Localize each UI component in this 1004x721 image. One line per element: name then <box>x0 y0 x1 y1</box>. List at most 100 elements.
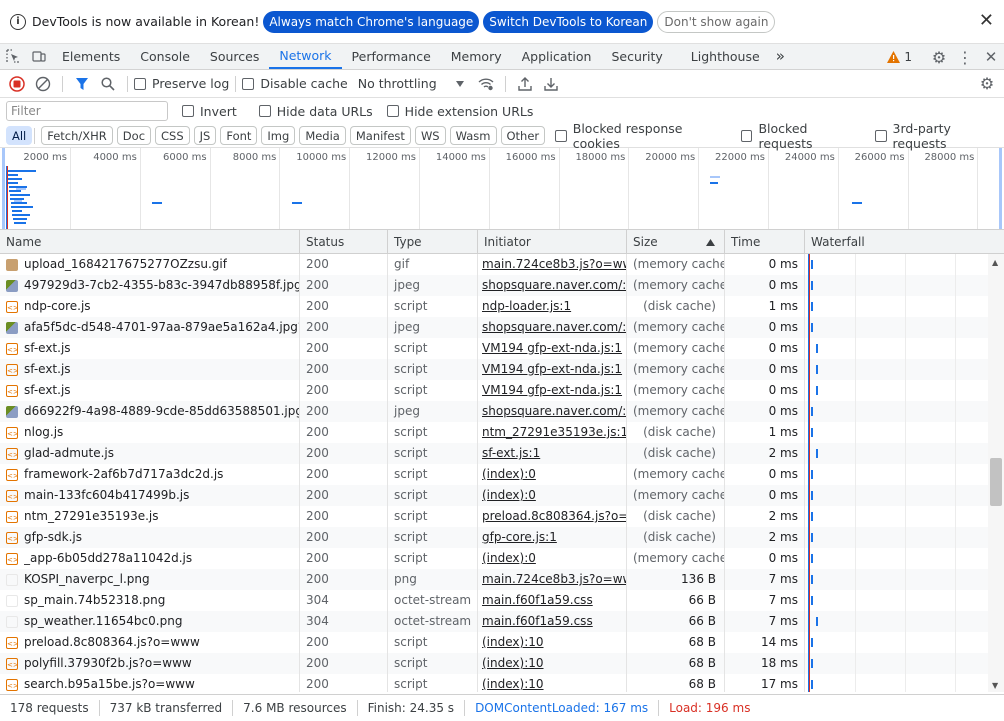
request-initiator-link[interactable]: (index):10 <box>478 632 627 653</box>
type-filter-font[interactable]: Font <box>220 126 258 145</box>
request-initiator-link[interactable]: shopsquare.naver.com/:9 <box>478 275 627 296</box>
request-row[interactable]: 497929d3-7cb2-4355-b83c-3947db88958f.jpg… <box>0 275 988 296</box>
request-row[interactable]: sf-ext.js 200scriptVM194 gfp-ext-nda.js:1… <box>0 380 988 401</box>
blocked-cookies-toggle[interactable]: Blocked response cookies <box>555 121 727 151</box>
request-name[interactable]: framework-2af6b7d717a3dc2d.js <box>0 464 300 485</box>
type-filter-manifest[interactable]: Manifest <box>349 126 411 145</box>
request-row[interactable]: sp_main.74b52318.png 304 octet-stream main.… <box>0 590 988 611</box>
network-settings-gear-icon[interactable]: ⚙ <box>974 71 1000 97</box>
warnings-counter[interactable]: 1 <box>887 50 912 64</box>
request-initiator-link[interactable]: sf-ext.js:1 <box>478 443 627 464</box>
throttling-select[interactable]: No throttling <box>358 76 465 91</box>
type-filter-js[interactable]: JS <box>193 126 217 145</box>
request-name[interactable]: sf-ext.js <box>0 338 300 359</box>
hide-extension-urls-checkbox[interactable] <box>386 105 399 117</box>
request-name[interactable]: afa5f5dc-d548-4701-97aa-879ae5a162a4.jpg… <box>0 317 300 338</box>
request-row[interactable]: _app-6b05dd278a11042d.js 200script(index)… <box>0 548 988 569</box>
request-name[interactable]: gfp-sdk.js <box>0 527 300 548</box>
type-filter-all[interactable]: All <box>6 126 33 145</box>
settings-gear-icon[interactable]: ⚙ <box>926 44 952 70</box>
request-name[interactable]: sp_weather.11654bc0.png <box>0 611 300 632</box>
request-row[interactable]: polyfill.37930f2b.js?o=www 200script(inde… <box>0 653 988 674</box>
disable-cache-checkbox[interactable] <box>242 77 255 90</box>
tab-application[interactable]: Application <box>512 43 602 69</box>
request-name[interactable]: polyfill.37930f2b.js?o=www <box>0 653 300 674</box>
infobar-close-icon[interactable]: ✕ <box>979 12 994 30</box>
switch-to-korean-button[interactable]: Switch DevTools to Korean <box>483 10 654 33</box>
column-waterfall[interactable]: Waterfall <box>805 230 1004 254</box>
request-name[interactable]: KOSPI_naverpc_l.png <box>0 569 300 590</box>
request-initiator-link[interactable]: main.724ce8b3.js?o=www: <box>478 254 627 275</box>
request-row[interactable]: framework-2af6b7d717a3dc2d.js 200script(i… <box>0 464 988 485</box>
request-initiator-link[interactable]: main.f60f1a59.css <box>478 611 627 632</box>
request-row[interactable]: afa5f5dc-d548-4701-97aa-879ae5a162a4.jpg… <box>0 317 988 338</box>
tab-lighthouse[interactable]: Lighthouse <box>681 43 770 69</box>
type-filter-fetch-xhr[interactable]: Fetch/XHR <box>41 126 113 145</box>
disable-cache-toggle[interactable]: Disable cache <box>242 76 348 91</box>
hide-data-urls-toggle[interactable]: Hide data URLs <box>258 104 373 119</box>
invert-toggle[interactable]: Invert <box>182 104 237 119</box>
tab-sources[interactable]: Sources <box>200 43 269 69</box>
request-initiator-link[interactable]: shopsquare.naver.com/:9 <box>478 401 627 422</box>
more-menu-icon[interactable]: ⋮ <box>952 44 978 70</box>
request-row[interactable]: gfp-sdk.js 200scriptgfp-core.js:1(disk ca… <box>0 527 988 548</box>
type-filter-img[interactable]: Img <box>261 126 296 145</box>
request-row[interactable]: d66922f9-4a98-4889-9cde-85dd63588501.jpg… <box>0 401 988 422</box>
column-type[interactable]: Type <box>388 230 478 254</box>
request-name[interactable]: preload.8c808364.js?o=www <box>0 632 300 653</box>
request-initiator-link[interactable]: main.f60f1a59.css <box>478 590 627 611</box>
request-initiator-link[interactable]: (index):10 <box>478 653 627 674</box>
request-row[interactable]: ntm_27291e35193e.js 200scriptpreload.8c80… <box>0 506 988 527</box>
network-conditions-icon[interactable] <box>473 71 499 97</box>
request-row[interactable]: ndp-core.js 200scriptndp-loader.js:1(disk… <box>0 296 988 317</box>
request-initiator-link[interactable]: VM194 gfp-ext-nda.js:1 <box>478 338 627 359</box>
request-initiator-link[interactable]: gfp-core.js:1 <box>478 527 627 548</box>
column-status[interactable]: Status <box>300 230 388 254</box>
hide-data-urls-checkbox[interactable] <box>258 105 271 117</box>
request-name[interactable]: main-133fc604b417499b.js <box>0 485 300 506</box>
request-initiator-link[interactable]: ndp-loader.js:1 <box>478 296 627 317</box>
overview-left-handle[interactable] <box>2 148 5 229</box>
column-initiator[interactable]: Initiator <box>478 230 627 254</box>
type-filter-css[interactable]: CSS <box>155 126 190 145</box>
request-initiator-link[interactable]: main.724ce8b3.js?o=www: <box>478 569 627 590</box>
request-row[interactable]: upload_1684217675277OZzsu.gif 200 gif main.… <box>0 254 988 275</box>
scroll-down-icon[interactable]: ▼ <box>992 681 998 690</box>
request-row[interactable]: KOSPI_naverpc_l.png 200 png main.724ce8b3.j… <box>0 569 988 590</box>
requests-scrollbar[interactable]: ▲ ▼ <box>988 254 1004 692</box>
request-name[interactable]: search.b95a15be.js?o=www <box>0 674 300 692</box>
inspect-element-icon[interactable] <box>0 43 26 69</box>
type-filter-other[interactable]: Other <box>500 126 546 145</box>
clear-icon[interactable] <box>30 71 56 97</box>
import-har-icon[interactable] <box>512 71 538 97</box>
request-initiator-link[interactable]: shopsquare.naver.com/:9 <box>478 317 627 338</box>
hide-extension-urls-toggle[interactable]: Hide extension URLs <box>386 104 533 119</box>
request-row[interactable]: sf-ext.js 200scriptVM194 gfp-ext-nda.js:1… <box>0 338 988 359</box>
network-overview-timeline[interactable]: 2000 ms 4000 ms 6000 ms 8000 ms 10000 ms 1200… <box>0 148 1004 230</box>
request-name[interactable]: upload_1684217675277OZzsu.gif <box>0 254 300 275</box>
request-row[interactable]: glad-admute.js 200scriptsf-ext.js:1(disk … <box>0 443 988 464</box>
export-har-icon[interactable] <box>538 71 564 97</box>
column-name[interactable]: Name <box>0 230 300 254</box>
scroll-up-icon[interactable]: ▲ <box>992 258 998 267</box>
preserve-log-toggle[interactable]: Preserve log <box>134 76 229 91</box>
stop-recording-icon[interactable] <box>4 71 30 97</box>
tab-security[interactable]: Security <box>601 43 672 69</box>
request-row[interactable]: sf-ext.js 200scriptVM194 gfp-ext-nda.js:1… <box>0 359 988 380</box>
request-name[interactable]: 497929d3-7cb2-4355-b83c-3947db88958f.jpg… <box>0 275 300 296</box>
tab-console[interactable]: Console <box>130 43 200 69</box>
request-initiator-link[interactable]: (index):0 <box>478 548 627 569</box>
request-initiator-link[interactable]: preload.8c808364.js?o=ww <box>478 506 627 527</box>
request-row[interactable]: sp_weather.11654bc0.png 304 octet-stream ma… <box>0 611 988 632</box>
type-filter-media[interactable]: Media <box>299 126 346 145</box>
search-icon[interactable] <box>95 71 121 97</box>
request-name[interactable]: d66922f9-4a98-4889-9cde-85dd63588501.jpg… <box>0 401 300 422</box>
request-name[interactable]: _app-6b05dd278a11042d.js <box>0 548 300 569</box>
type-filter-ws[interactable]: WS <box>414 126 446 145</box>
filter-icon[interactable] <box>69 71 95 97</box>
request-name[interactable]: glad-admute.js <box>0 443 300 464</box>
request-row[interactable]: nlog.js 200scriptntm_27291e35193e.js:1(di… <box>0 422 988 443</box>
request-initiator-link[interactable]: (index):10 <box>478 674 627 692</box>
tab-memory[interactable]: Memory <box>441 43 512 69</box>
third-party-toggle[interactable]: 3rd-party requests <box>874 121 1004 151</box>
